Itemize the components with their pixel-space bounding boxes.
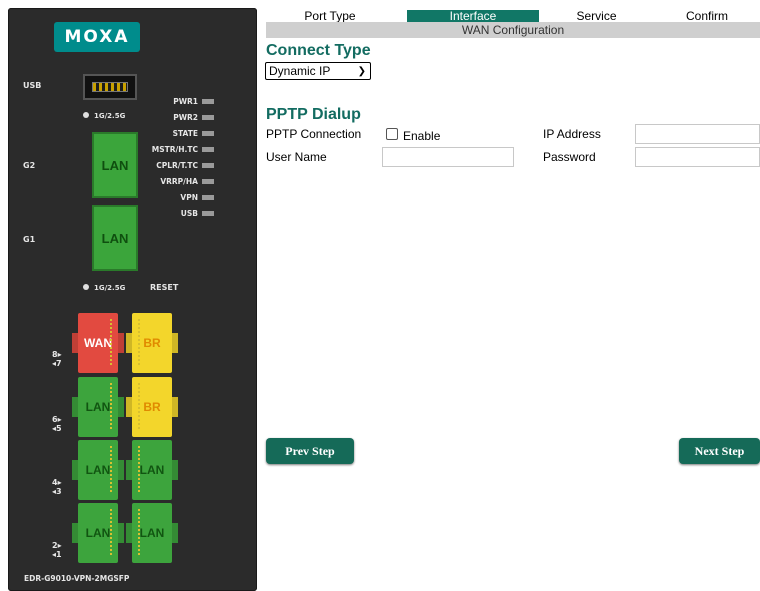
port-4-lan: LAN [78,440,118,500]
pptp-dialup-title: PPTP Dialup [266,106,361,123]
reset-label: RESET [150,283,179,292]
moxa-logo: MOXA [54,22,140,52]
wizard-steps: Port Type Interface Service Confirm [266,10,760,22]
port-number-label: 2▸ ◂1 [52,541,62,559]
port-number-label: 6▸ ◂5 [52,415,62,433]
next-step-button[interactable]: Next Step [679,438,760,464]
g2-label: G2 [23,161,36,170]
usb-port-label: USB [23,81,42,90]
g1-label: G1 [23,235,36,244]
step-port-type[interactable]: Port Type [266,10,394,22]
led-vrrp: VRRP/HA [160,176,214,186]
led-cplr: CPLR/T.TC [156,160,214,170]
port-8-wan: WAN [78,313,118,373]
led-vpn: VPN [180,192,214,202]
led-pwr1: PWR1 [173,96,214,106]
led-pwr2: PWR2 [173,112,214,122]
speed-indicator-dot [83,112,89,118]
port-3-lan: LAN [132,440,172,500]
port-1-lan: LAN [132,503,172,563]
led-usb: USB [181,208,214,218]
port-number-label: 8▸ ◂7 [52,350,62,368]
port-6-lan: LAN [78,377,118,437]
port-5-br: BR [132,377,172,437]
prev-step-button[interactable]: Prev Step [266,438,354,464]
pptp-connection-label: PPTP Connection [266,127,362,141]
user-name-label: User Name [266,150,327,164]
chevron-down-icon: ❯ [357,66,366,77]
step-service[interactable]: Service [539,10,654,22]
device-panel: MOXA USB 1G/2.5G PWR1 PWR2 STATE MSTR/H.… [8,8,257,591]
wan-configuration-bar: WAN Configuration [266,22,760,38]
port-2-lan: LAN [78,503,118,563]
password-input[interactable] [635,147,760,167]
ip-address-input[interactable] [635,124,760,144]
port-number-label: 4▸ ◂3 [52,478,62,496]
step-confirm[interactable]: Confirm [654,10,760,22]
speed-label-bottom: 1G/2.5G [94,284,126,292]
connect-type-value: Dynamic IP [269,64,331,78]
pptp-enable-checkbox[interactable] [386,128,398,140]
led-mstr: MSTR/H.TC [152,144,214,154]
connect-type-title: Connect Type [266,42,371,59]
model-label: EDR-G9010-VPN-2MGSFP [24,574,130,583]
ip-address-label: IP Address [543,127,601,141]
speed-label-top: 1G/2.5G [94,112,126,120]
pptp-enable-label: Enable [403,129,441,143]
speed-indicator-dot [83,284,89,290]
led-state: STATE [173,128,214,138]
port-7-br: BR [132,313,172,373]
password-label: Password [543,150,596,164]
user-name-input[interactable] [382,147,514,167]
usb-port [83,74,137,100]
sfp-port-g1: LAN [92,205,138,271]
sfp-port-g2: LAN [92,132,138,198]
connect-type-select[interactable]: Dynamic IP ❯ [265,62,371,80]
step-interface[interactable]: Interface [407,10,539,22]
